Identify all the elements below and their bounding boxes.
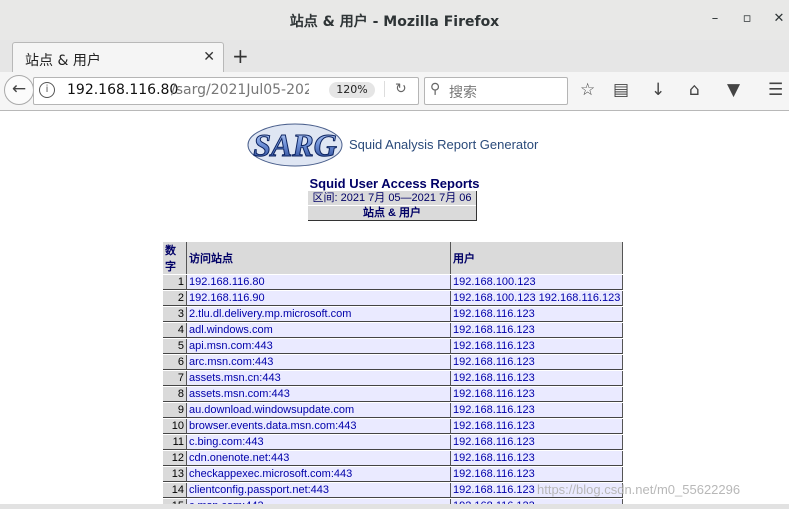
- table-row: 3 2.tlu.dl.delivery.mp.microsoft.com 192.1…: [163, 307, 624, 322]
- window-titlebar: 站点 & 用户 - Mozilla Firefox – ▫ ✕: [0, 0, 789, 41]
- svg-text:SARG: SARG: [253, 127, 337, 163]
- site-link[interactable]: assets.msn.com:443: [187, 387, 451, 402]
- site-link[interactable]: 192.168.116.90: [187, 291, 451, 306]
- url-bar[interactable]: i 192.168.116.80 /sarg/2021Jul05-2021 12…: [33, 77, 419, 105]
- user-link[interactable]: 192.168.116.123: [451, 307, 624, 322]
- site-link[interactable]: api.msn.com:443: [187, 339, 451, 354]
- report-subtitle: 站点 & 用户: [308, 205, 476, 220]
- zoom-level-button[interactable]: 120%: [329, 82, 375, 98]
- tab-close-icon[interactable]: ✕: [203, 49, 215, 65]
- user-link[interactable]: 192.168.116.123: [451, 435, 624, 450]
- tab-bar: 站点 & 用户 ✕: [0, 40, 789, 73]
- row-number: 9: [163, 403, 187, 418]
- row-number: 5: [163, 339, 187, 354]
- row-number: 13: [163, 467, 187, 482]
- user-link[interactable]: 192.168.116.123: [451, 419, 624, 434]
- table-row: 9 au.download.windowsupdate.com 192.168.11…: [163, 403, 624, 418]
- site-link[interactable]: cdn.onenote.net:443: [187, 451, 451, 466]
- row-number: 11: [163, 435, 187, 450]
- table-row: 12 cdn.onenote.net:443 192.168.116.123: [163, 451, 624, 466]
- window-bottom-edge: [0, 504, 789, 509]
- maximize-button[interactable]: ▫: [738, 10, 756, 28]
- page-content: SARG Squid Analysis Report Generator Squ…: [0, 111, 789, 509]
- table-row: 13 checkappexec.microsoft.com:443 192.168.…: [163, 467, 624, 482]
- col-header-site: 访问站点: [187, 242, 451, 274]
- report-title: Squid User Access Reports: [309, 176, 480, 191]
- minimize-button[interactable]: –: [706, 10, 724, 28]
- tab-label: 站点 & 用户: [25, 53, 101, 69]
- table-row: 7 assets.msn.cn:443 192.168.116.123: [163, 371, 624, 386]
- row-number: 14: [163, 483, 187, 498]
- user-link[interactable]: 192.168.116.123: [451, 355, 624, 370]
- row-number: 8: [163, 387, 187, 402]
- close-window-button[interactable]: ✕: [770, 10, 788, 28]
- generator-title: Squid Analysis Report Generator: [349, 137, 539, 152]
- sarg-logo: SARG: [247, 123, 343, 167]
- reading-list-icon[interactable]: ▤: [613, 80, 629, 100]
- search-input[interactable]: 搜索: [449, 82, 477, 102]
- tab-active[interactable]: 站点 & 用户 ✕: [12, 42, 224, 73]
- user-link[interactable]: 192.168.116.123: [451, 403, 624, 418]
- table-row: 5 api.msn.com:443 192.168.116.123: [163, 339, 624, 354]
- row-number: 10: [163, 419, 187, 434]
- window-title: 站点 & 用户 - Mozilla Firefox: [289, 14, 500, 30]
- site-link[interactable]: arc.msn.com:443: [187, 355, 451, 370]
- row-number: 2: [163, 291, 187, 306]
- search-box[interactable]: ⚲ 搜索: [424, 77, 568, 105]
- url-host: 192.168.116.80: [67, 82, 179, 98]
- url-path: /sarg/2021Jul05-2021: [171, 82, 309, 98]
- site-link[interactable]: 2.tlu.dl.delivery.mp.microsoft.com: [187, 307, 451, 322]
- user-link[interactable]: 192.168.116.123: [451, 371, 624, 386]
- row-number: 12: [163, 451, 187, 466]
- table-row: 4 adl.windows.com 192.168.116.123: [163, 323, 624, 338]
- watermark: https://blog.csdn.net/m0_55622296: [537, 482, 741, 497]
- search-icon: ⚲: [430, 81, 441, 97]
- new-tab-button[interactable]: +: [232, 44, 249, 68]
- user-link[interactable]: 192.168.116.123: [451, 387, 624, 402]
- nav-toolbar: ← i 192.168.116.80 /sarg/2021Jul05-2021 …: [0, 72, 789, 111]
- table-row: 8 assets.msn.com:443 192.168.116.123: [163, 387, 624, 402]
- user-link[interactable]: 192.168.116.123: [451, 467, 624, 482]
- info-icon[interactable]: i: [39, 82, 55, 98]
- row-number: 3: [163, 307, 187, 322]
- col-header-user: 用户: [451, 242, 624, 274]
- download-icon[interactable]: ↓: [651, 80, 665, 100]
- home-icon[interactable]: ⌂: [689, 80, 700, 100]
- table-row: 10 browser.events.data.msn.com:443 192.168…: [163, 419, 624, 434]
- site-link[interactable]: assets.msn.cn:443: [187, 371, 451, 386]
- col-header-num: 数字: [163, 242, 187, 274]
- table-row: 2 192.168.116.90 192.168.100.123 192.168.1…: [163, 291, 624, 306]
- table-row: 11 c.bing.com:443 192.168.116.123: [163, 435, 624, 450]
- back-button[interactable]: ←: [4, 75, 34, 105]
- row-number: 6: [163, 355, 187, 370]
- sites-users-table: 数字 访问站点 用户 1 192.168.116.80 192.168.100.12…: [163, 241, 624, 509]
- user-link[interactable]: 192.168.116.123: [451, 323, 624, 338]
- site-link[interactable]: au.download.windowsupdate.com: [187, 403, 451, 418]
- report-header: 区间: 2021 7月 05—2021 7月 06 站点 & 用户: [308, 191, 477, 221]
- row-number: 4: [163, 323, 187, 338]
- user-link[interactable]: 192.168.100.123 192.168.116.123: [451, 291, 624, 306]
- user-link[interactable]: 192.168.100.123: [451, 275, 624, 290]
- site-link[interactable]: 192.168.116.80: [187, 275, 451, 290]
- user-link[interactable]: 192.168.116.123: [451, 339, 624, 354]
- bookmark-star-icon[interactable]: ☆: [580, 80, 595, 100]
- reload-icon[interactable]: ↻: [384, 81, 407, 97]
- period-label: 区间: 2021 7月 05—2021 7月 06: [312, 192, 472, 204]
- row-number: 7: [163, 371, 187, 386]
- menu-icon[interactable]: ☰: [768, 80, 783, 100]
- user-link[interactable]: 192.168.116.123: [451, 451, 624, 466]
- table-row: 1 192.168.116.80 192.168.100.123: [163, 275, 624, 290]
- site-link[interactable]: browser.events.data.msn.com:443: [187, 419, 451, 434]
- row-number: 1: [163, 275, 187, 290]
- site-link[interactable]: clientconfig.passport.net:443: [187, 483, 451, 498]
- site-link[interactable]: c.bing.com:443: [187, 435, 451, 450]
- pocket-icon[interactable]: ▼: [727, 80, 740, 100]
- site-link[interactable]: adl.windows.com: [187, 323, 451, 338]
- site-link[interactable]: checkappexec.microsoft.com:443: [187, 467, 451, 482]
- table-row: 6 arc.msn.com:443 192.168.116.123: [163, 355, 624, 370]
